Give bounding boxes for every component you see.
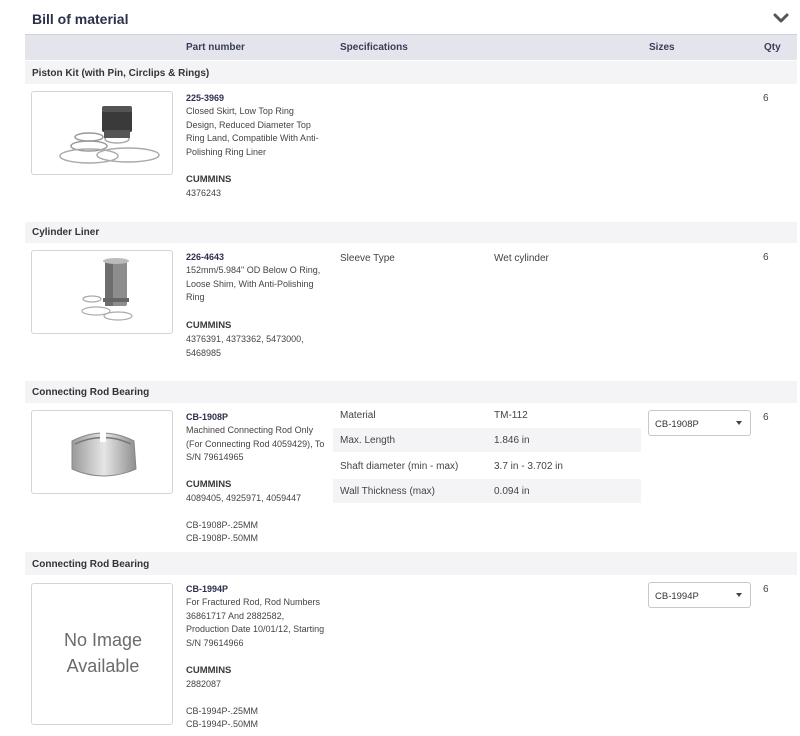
part-number-link[interactable]: CB-1994P: [186, 584, 228, 594]
spec-name: Wall Thickness (max): [340, 486, 436, 497]
size-select[interactable]: CB-1908P: [648, 410, 751, 436]
no-image-line1: No Image: [63, 630, 143, 650]
no-image-placeholder: No Image Available: [31, 583, 173, 725]
part-number-link[interactable]: 226-4643: [186, 252, 224, 262]
spec-name: Shaft diameter (min - max): [340, 461, 459, 472]
manufacturer-numbers: 4089405, 4925971, 4059447: [186, 493, 302, 503]
spec-value: 1.846 in: [494, 435, 530, 446]
part-description: For Fractured Rod, Rod Numbers 36861717 …: [186, 597, 325, 648]
rod-bearing-image[interactable]: [31, 410, 173, 494]
bom-item: Connecting Rod Bearing No Image Availabl…: [25, 552, 797, 736]
qty-value: 6: [763, 412, 769, 423]
qty-value: 6: [763, 93, 769, 104]
size-select[interactable]: CB-1994P: [648, 582, 751, 608]
spec-name: Max. Length: [340, 435, 396, 446]
section-title: Connecting Rod Bearing: [32, 387, 150, 398]
part-description: Machined Connecting Rod Only (For Connec…: [186, 425, 325, 462]
spec-row: Wall Thickness (max) 0.094 in: [333, 479, 641, 503]
size-select-value: CB-1908P: [655, 419, 699, 430]
spec-row: Shaft diameter (min - max) 3.7 in - 3.70…: [333, 454, 641, 478]
manufacturer-name: CUMMINS: [186, 174, 232, 185]
spec-row: Sleeve Type Wet cylinder: [333, 246, 641, 270]
alternate-part-number: CB-1994P-.50MM: [186, 719, 259, 729]
manufacturer-numbers: 2882087: [186, 679, 222, 689]
alternate-part-number: CB-1908P-.25MM: [186, 520, 259, 530]
spec-value: 3.7 in - 3.702 in: [494, 461, 563, 472]
bom-item: Cylinder Liner 226-4643 152mm/5.984" OD …: [25, 222, 797, 381]
spec-value: TM-112: [494, 410, 528, 421]
manufacturer-numbers: 4376243: [186, 188, 222, 198]
chevron-down-icon[interactable]: [770, 8, 792, 28]
part-number-link[interactable]: CB-1908P: [186, 412, 228, 422]
qty-value: 6: [763, 252, 769, 263]
section-title: Connecting Rod Bearing: [32, 559, 150, 570]
spec-value: Wet cylinder: [494, 253, 549, 264]
manufacturer-numbers: 4376391, 4373362, 5473000, 5468985: [186, 334, 304, 358]
caret-down-icon: [736, 421, 742, 425]
size-select-value: CB-1994P: [655, 591, 699, 602]
column-header-row: Part number Specifications Sizes Qty: [25, 34, 797, 60]
part-description: 152mm/5.984" OD Below O Ring, Loose Shim…: [186, 265, 321, 302]
section-title: Cylinder Liner: [32, 227, 100, 238]
col-specifications: Specifications: [340, 42, 408, 53]
spec-row: Material TM-112: [333, 403, 641, 427]
bom-item: Connecting Rod Bearing CB-1908P Machined…: [25, 381, 797, 552]
bom-header: Bill of material: [0, 0, 800, 34]
qty-value: 6: [763, 584, 769, 595]
bom-title: Bill of material: [32, 11, 129, 27]
alternate-part-number: CB-1994P-.25MM: [186, 706, 259, 716]
alternate-part-number: CB-1908P-.50MM: [186, 533, 259, 543]
spec-value: 0.094 in: [494, 486, 530, 497]
caret-down-icon: [736, 593, 742, 597]
col-sizes: Sizes: [649, 42, 675, 53]
manufacturer-name: CUMMINS: [186, 479, 232, 490]
part-description: Closed Skirt, Low Top Ring Design, Reduc…: [186, 106, 319, 157]
no-image-line2: Available: [66, 656, 140, 676]
spec-name: Sleeve Type: [340, 253, 395, 264]
spec-row: Max. Length 1.846 in: [333, 428, 641, 452]
section-title: Piston Kit (with Pin, Circlips & Rings): [32, 68, 210, 79]
col-qty: Qty: [764, 42, 781, 53]
bom-item: Piston Kit (with Pin, Circlips & Rings) …: [25, 61, 797, 222]
piston-kit-image[interactable]: [31, 91, 173, 175]
part-number-link[interactable]: 225-3969: [186, 93, 224, 103]
cylinder-liner-image[interactable]: [31, 250, 173, 334]
col-part-number: Part number: [186, 42, 245, 53]
spec-name: Material: [340, 410, 376, 421]
manufacturer-name: CUMMINS: [186, 665, 232, 676]
manufacturer-name: CUMMINS: [186, 320, 232, 331]
